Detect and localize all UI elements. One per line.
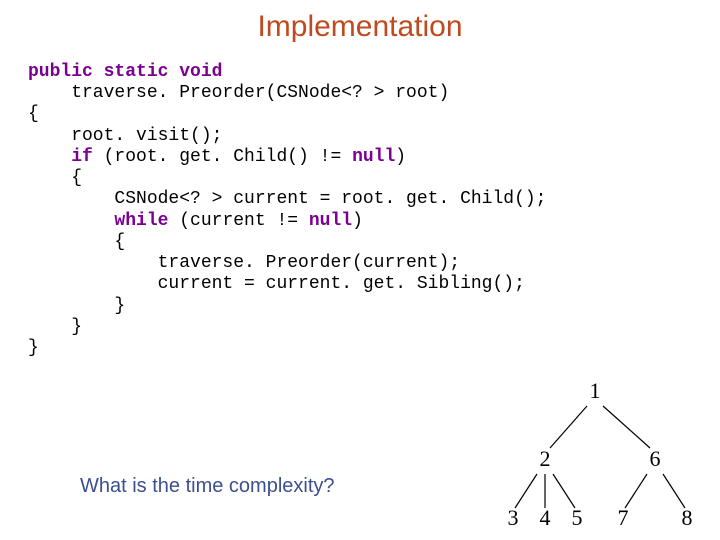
code-line: } bbox=[28, 296, 125, 316]
code-line: traverse. Preorder(current); bbox=[28, 253, 460, 273]
slide: Implementation public static void traver… bbox=[0, 0, 720, 540]
kw-null: null bbox=[309, 211, 352, 231]
code-line: current = current. get. Sibling(); bbox=[28, 274, 525, 294]
code-line: { bbox=[28, 232, 125, 252]
tree-node: 5 bbox=[572, 505, 583, 530]
kw-if: if bbox=[28, 147, 93, 167]
tree-node: 3 bbox=[508, 505, 519, 530]
code-block: public static void traverse. Preorder(CS… bbox=[28, 62, 546, 359]
code-line: CSNode<? > current = root. get. Child(); bbox=[28, 189, 546, 209]
code-line: { bbox=[28, 104, 39, 124]
kw-public: public bbox=[28, 62, 93, 82]
code-line: traverse. Preorder(CSNode<? > root) bbox=[28, 83, 449, 103]
slide-title: Implementation bbox=[0, 10, 720, 44]
code-line: { bbox=[28, 168, 82, 188]
code-line: (current != bbox=[168, 211, 308, 231]
kw-void: void bbox=[179, 62, 222, 82]
tree-node: 1 bbox=[590, 380, 601, 403]
kw-static: static bbox=[104, 62, 169, 82]
tree-node: 2 bbox=[540, 446, 551, 471]
code-line: } bbox=[28, 338, 39, 358]
tree-node: 6 bbox=[650, 446, 661, 471]
code-line: root. visit(); bbox=[28, 126, 222, 146]
complexity-question: What is the time complexity? bbox=[80, 475, 335, 498]
kw-while: while bbox=[28, 211, 168, 231]
tree-node: 4 bbox=[540, 505, 551, 530]
code-line: } bbox=[28, 317, 82, 337]
code-line: ) bbox=[352, 211, 363, 231]
code-line: ) bbox=[395, 147, 406, 167]
tree-node: 8 bbox=[682, 505, 693, 530]
kw-null: null bbox=[352, 147, 395, 167]
tree-node: 7 bbox=[618, 505, 629, 530]
tree-diagram: 1 2 6 3 4 5 7 8 bbox=[495, 380, 705, 530]
code-line: (root. get. Child() != bbox=[93, 147, 352, 167]
